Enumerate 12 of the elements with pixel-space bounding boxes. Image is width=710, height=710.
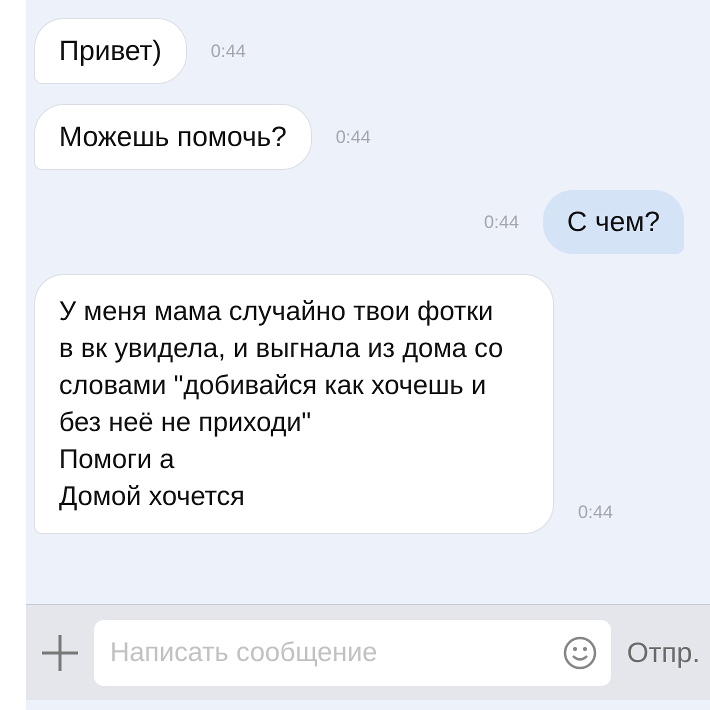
send-button[interactable]: Отпр. xyxy=(624,632,702,674)
message-field[interactable]: Написать сообщение xyxy=(94,620,611,686)
message-bubble: Можешь помочь? xyxy=(34,104,312,170)
smiley-icon[interactable] xyxy=(562,636,597,670)
message-time: 0:44 xyxy=(336,126,371,148)
message-time: 0:44 xyxy=(578,501,614,524)
add-icon[interactable] xyxy=(40,632,80,672)
message-time: 0:44 xyxy=(210,40,246,62)
message-time: 0:44 xyxy=(484,210,520,234)
message-bubble: Привет) xyxy=(34,18,187,84)
message-bubble: С чем? xyxy=(543,190,684,254)
message-bubble: У меня мама случайно твои фотки в вк увидела, и выгнала из дома со словами "добивайся как хочешь и без неё не приходи" Помоги а Домой хочется xyxy=(34,274,554,534)
